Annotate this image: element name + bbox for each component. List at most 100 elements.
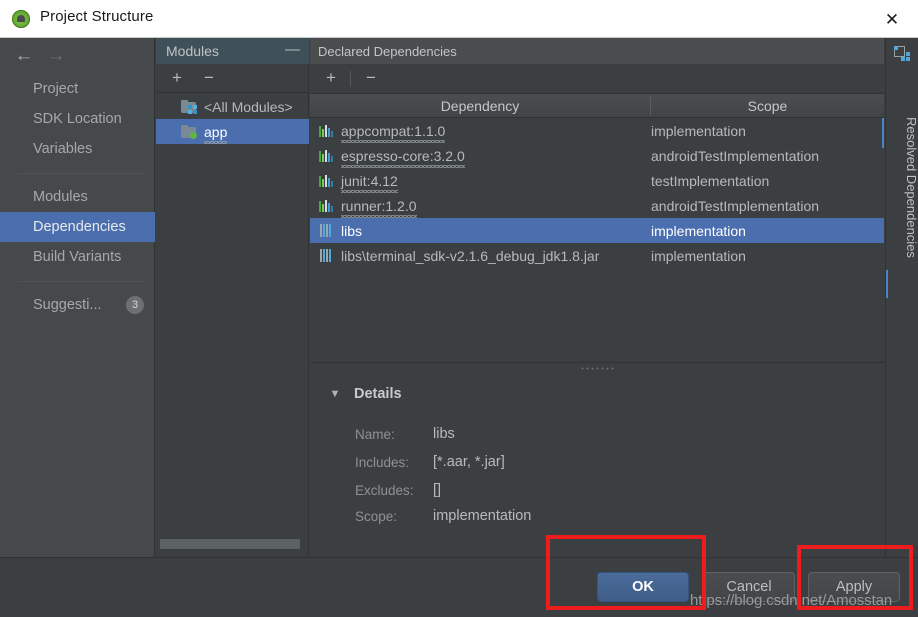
dependency-name: libs\terminal_sdk-v2.1.6_debug_jdk1.8.ja…	[341, 247, 600, 264]
nav-divider-1	[0, 164, 155, 182]
library-icon	[319, 149, 334, 162]
detail-label: Name:	[355, 426, 395, 442]
sidebar-item-suggestions[interactable]: Suggesti... 3	[0, 290, 155, 320]
resolved-dependencies-label: Resolved Dependencies	[904, 116, 918, 258]
table-row[interactable]: espresso-core:3.2.0 androidTestImplement…	[310, 143, 884, 168]
dependency-cell: libs\terminal_sdk-v2.1.6_debug_jdk1.8.ja…	[319, 243, 599, 268]
forward-arrow-icon[interactable]: →	[44, 46, 68, 66]
column-header-scope[interactable]: Scope	[651, 94, 884, 117]
splitter-grip-icon	[580, 366, 614, 371]
collapse-icon[interactable]: —	[285, 42, 300, 57]
file-library-icon	[319, 249, 334, 262]
declared-dependencies-panel: Declared Dependencies + − Dependency Sco…	[310, 38, 884, 557]
title-bar: Project Structure ✕	[0, 0, 918, 38]
left-navigation: ← → Project SDK Location Variables Modul…	[0, 38, 155, 557]
details-title: Details	[354, 386, 402, 402]
table-scroll-indicator[interactable]	[882, 118, 884, 148]
dependency-name: junit:4.12	[341, 172, 398, 193]
detail-row-name: Name: libs	[355, 422, 455, 446]
sidebar-item-modules[interactable]: Modules	[0, 182, 155, 212]
dependency-name: appcompat:1.1.0	[341, 122, 446, 143]
scope-cell: androidTestImplementation	[651, 147, 820, 164]
details-splitter[interactable]	[310, 362, 884, 374]
table-row[interactable]: runner:1.2.0 androidTestImplementation	[310, 193, 884, 218]
details-section: ▼ Details Name: libs Includes: [*.aar, *…	[310, 374, 884, 557]
library-icon	[319, 124, 334, 137]
modules-panel-title: Modules	[166, 43, 219, 59]
tab-accent-bar	[886, 270, 888, 298]
detail-row-includes: Includes: [*.aar, *.jar]	[355, 450, 505, 474]
dependency-name: runner:1.2.0	[341, 197, 417, 218]
scope-cell: implementation	[651, 247, 746, 264]
watermark: https://blog.csdn.net/Amosstan	[690, 592, 893, 609]
nav-list: Project SDK Location Variables Modules D…	[0, 74, 155, 320]
add-module-button[interactable]: +	[166, 68, 188, 88]
detail-value: libs	[433, 426, 455, 442]
dependencies-table-body: appcompat:1.1.0 implementation espresso-…	[310, 118, 884, 362]
detail-value: [*.aar, *.jar]	[433, 454, 505, 470]
nav-history-buttons: ← →	[0, 38, 155, 74]
dependency-name: espresso-core:3.2.0	[341, 147, 465, 168]
detail-label: Excludes:	[355, 482, 414, 498]
table-row[interactable]: libs implementation	[310, 218, 884, 243]
detail-label: Includes:	[355, 454, 410, 470]
add-dependency-button[interactable]: +	[320, 68, 342, 88]
sidebar-item-sdk-location[interactable]: SDK Location	[0, 104, 155, 134]
module-item-app[interactable]: app	[156, 119, 309, 144]
dependency-cell: runner:1.2.0	[319, 193, 417, 218]
module-item-label: app	[204, 123, 228, 144]
library-icon	[319, 174, 334, 187]
dependency-cell: libs	[319, 218, 362, 243]
module-item-all-modules[interactable]: <All Modules>	[156, 94, 309, 119]
folder-modules-icon	[181, 100, 197, 114]
scope-cell: implementation	[651, 222, 746, 239]
modules-tree: <All Modules> app	[156, 94, 309, 144]
dialog-body: ← → Project SDK Location Variables Modul…	[0, 38, 918, 617]
dependency-cell: appcompat:1.1.0	[319, 118, 446, 143]
details-header[interactable]: ▼ Details	[328, 386, 402, 402]
detail-row-scope: Scope: implementation	[355, 504, 531, 528]
android-studio-icon	[12, 10, 30, 28]
folder-app-icon	[181, 125, 197, 139]
resolved-dependencies-icon	[894, 46, 911, 62]
detail-row-excludes: Excludes: []	[355, 478, 441, 502]
table-row[interactable]: appcompat:1.1.0 implementation	[310, 118, 884, 143]
chevron-down-icon[interactable]: ▼	[328, 387, 342, 401]
suggestions-badge: 3	[126, 296, 144, 314]
table-row[interactable]: junit:4.12 testImplementation	[310, 168, 884, 193]
scope-cell: implementation	[651, 122, 746, 139]
scope-cell: testImplementation	[651, 172, 770, 189]
sidebar-item-project[interactable]: Project	[0, 74, 155, 104]
window-title: Project Structure	[40, 8, 154, 25]
dependency-cell: junit:4.12	[319, 168, 398, 193]
modules-panel: Modules — + − <All Modules> app	[156, 38, 309, 557]
scope-cell: androidTestImplementation	[651, 197, 820, 214]
sidebar-item-label: Suggesti...	[33, 297, 102, 313]
dependencies-panel-header: Declared Dependencies	[310, 38, 884, 64]
column-header-dependency[interactable]: Dependency	[310, 94, 650, 117]
ok-button[interactable]: OK	[597, 572, 689, 602]
module-item-label: <All Modules>	[204, 98, 293, 115]
dependencies-toolbar: + −	[310, 64, 884, 94]
detail-value: implementation	[433, 508, 532, 524]
sidebar-item-dependencies[interactable]: Dependencies	[0, 212, 155, 242]
dependencies-panel-title: Declared Dependencies	[318, 43, 457, 59]
resolved-dependencies-tab[interactable]: Resolved Dependencies	[885, 38, 918, 557]
dependency-name: libs	[341, 222, 363, 239]
sidebar-item-variables[interactable]: Variables	[0, 134, 155, 164]
close-icon[interactable]: ✕	[872, 4, 912, 34]
table-row[interactable]: libs\terminal_sdk-v2.1.6_debug_jdk1.8.ja…	[310, 243, 884, 268]
modules-horizontal-scrollbar[interactable]	[160, 539, 300, 549]
remove-dependency-button[interactable]: −	[360, 68, 382, 88]
detail-value: []	[433, 482, 442, 498]
dependency-cell: espresso-core:3.2.0	[319, 143, 465, 168]
nav-divider-2	[0, 272, 155, 290]
dependencies-table-header: Dependency Scope	[310, 94, 884, 118]
modules-panel-header: Modules —	[156, 38, 309, 64]
sidebar-item-build-variants[interactable]: Build Variants	[0, 242, 155, 272]
project-structure-dialog: Project Structure ✕ ← → Project SDK Loca…	[0, 0, 918, 617]
library-icon	[319, 199, 334, 212]
back-arrow-icon[interactable]: ←	[12, 46, 36, 66]
remove-module-button[interactable]: −	[198, 68, 220, 88]
file-library-icon	[319, 224, 334, 237]
